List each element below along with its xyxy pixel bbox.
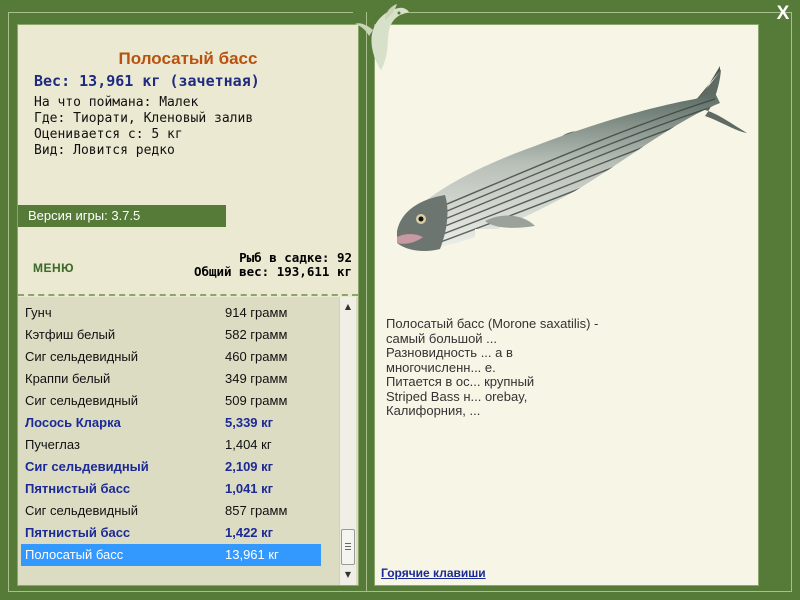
desc-line-4: многочисленн... е.	[386, 359, 496, 375]
catch-fish-weight: 2,109 кг	[225, 459, 274, 474]
catch-fish-name: Пятнистый басс	[25, 525, 131, 540]
fish-info-box: Полосатый басс Вес: 13,961 кг (зачетная)…	[18, 25, 358, 207]
catch-list-row[interactable]: Сиг сельдевидный 509 грамм	[21, 390, 321, 412]
dolphin-ornament-icon	[355, 4, 409, 70]
scroll-thumb[interactable]	[341, 529, 355, 565]
catch-fish-weight: 509 грамм	[225, 393, 288, 408]
catch-fish-name: Полосатый басс	[25, 547, 124, 562]
info-location: Где: Тиорати, Кленовый залив	[34, 111, 254, 126]
catch-fish-name: Пятнистый басс	[25, 481, 131, 496]
cage-count: Рыб в садке: 92	[239, 250, 352, 265]
frame-line-middle	[366, 12, 367, 592]
hotkeys-link[interactable]: Горячие клавиши	[381, 566, 486, 580]
dashed-separator	[18, 294, 358, 296]
scroll-up-icon[interactable]: ▲	[340, 299, 356, 315]
catch-fish-weight: 349 грамм	[225, 371, 288, 386]
desc-line-7: Калифорния, ...	[386, 403, 481, 418]
desc-line-1: Полосатый басс (Morone saxatilis) -	[386, 316, 599, 331]
catch-list-row[interactable]: Сиг сельдевидный 460 грамм	[21, 346, 321, 368]
desc-line-2: самый большой ...	[386, 330, 498, 346]
frame-line-bottom	[8, 591, 792, 592]
catch-fish-name: Сиг сельдевидный	[25, 503, 139, 518]
catch-list-row[interactable]: Пятнистый басс 1,041 кг	[21, 478, 321, 500]
catch-list-row[interactable]: Полосатый басс 13,961 кг	[21, 544, 321, 566]
catch-fish-name: Лосось Кларка	[25, 415, 121, 430]
striped-bass-image	[397, 66, 747, 261]
catch-fish-weight: 460 грамм	[225, 349, 288, 364]
desc-line-5: Питается в ос... крупный	[386, 374, 535, 389]
catch-list-row[interactable]: Сиг сельдевидный 857 грамм	[21, 500, 321, 522]
frame-line-right	[791, 12, 792, 592]
catch-list-row[interactable]: Сиг сельдевидный 2,109 кг	[21, 456, 321, 478]
catch-fish-weight: 582 грамм	[225, 327, 288, 342]
catch-list-row[interactable]: Краппи белый 349 грамм	[21, 368, 321, 390]
catch-fish-name: Гунч	[25, 305, 52, 320]
menu-button[interactable]: МЕНЮ	[33, 261, 74, 275]
catch-list-row[interactable]: Гунч 914 грамм	[21, 302, 321, 324]
catch-fish-weight: 1,422 кг	[225, 525, 274, 540]
catch-fish-weight: 914 грамм	[225, 305, 288, 320]
catch-list-row[interactable]: Пятнистый басс 1,422 кг	[21, 522, 321, 544]
catch-fish-name: Сиг сельдевидный	[25, 349, 139, 364]
catch-fish-name: Сиг сельдевидный	[25, 393, 139, 408]
catch-list-row[interactable]: Кэтфиш белый 582 грамм	[21, 324, 321, 346]
fish-description: Полосатый басс (Morone saxatilis) - самы…	[386, 316, 741, 419]
catch-fish-name: Кэтфиш белый	[25, 327, 116, 342]
catch-list: Гунч 914 грамм Кэтфиш белый 582 грамм Сиг се…	[18, 297, 358, 585]
list-scrollbar[interactable]: ▲ ▼	[339, 297, 356, 585]
left-panel: Полосатый басс Вес: 13,961 кг (зачетная)…	[17, 24, 359, 586]
catch-fish-name: Краппи белый	[25, 371, 111, 386]
total-weight: Общий вес: 193,611 кг	[193, 264, 352, 279]
catch-fish-weight: 5,339 кг	[225, 415, 274, 430]
right-panel: Полосатый басс (Morone saxatilis) - самы…	[374, 24, 759, 586]
scroll-down-icon[interactable]: ▼	[340, 567, 356, 583]
catch-fish-weight: 13,961 кг	[225, 547, 279, 562]
frame-line-top-right	[406, 12, 792, 13]
game-version-bar: Версия игры: 3.7.5	[18, 205, 226, 227]
catch-list-row[interactable]: Пучеглаз 1,404 кг	[21, 434, 321, 456]
frame-line-top-left	[8, 12, 353, 13]
info-rarity: Вид: Ловится редко	[34, 143, 175, 158]
info-bait: На что поймана: Малек	[34, 95, 199, 110]
catch-list-row[interactable]: Лосось Кларка 5,339 кг	[21, 412, 321, 434]
catch-fish-weight: 1,404 кг	[225, 437, 272, 452]
catch-fish-name: Сиг сельдевидный	[25, 459, 149, 474]
desc-line-6: Striped Bass н... orebay,	[386, 388, 528, 404]
info-trophy-threshold: Оценивается с: 5 кг	[34, 127, 183, 142]
desc-line-3: Разновидность ... а в	[386, 345, 513, 360]
frame-line-left	[8, 12, 9, 592]
catch-stats: Рыб в садке: 92 Общий вес: 193,611 кг	[194, 251, 352, 279]
fish-name: Полосатый басс	[118, 49, 258, 68]
catch-fish-name: Пучеглаз	[25, 437, 80, 452]
catch-fish-weight: 857 грамм	[225, 503, 288, 518]
fish-weight: Вес: 13,961 кг (зачетная)	[34, 72, 260, 90]
catch-fish-weight: 1,041 кг	[225, 481, 274, 496]
close-icon[interactable]: X	[772, 3, 794, 25]
